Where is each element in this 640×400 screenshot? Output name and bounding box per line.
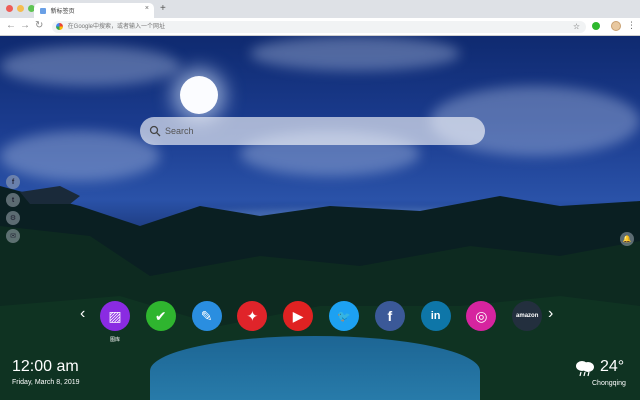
notification-bell-icon[interactable]: 🔔 xyxy=(620,232,634,246)
bookmark-star-icon[interactable]: ☆ xyxy=(573,21,580,33)
dock-prev-button[interactable]: ‹ xyxy=(80,306,85,322)
facebook-app-icon[interactable]: f xyxy=(374,301,405,331)
games-glyph: ✦ xyxy=(246,307,259,324)
window-controls xyxy=(6,5,35,12)
google-icon xyxy=(56,22,63,30)
tasks-app-icon[interactable]: ✔ xyxy=(145,301,176,331)
toolbar: ← → ↻ 在Google中搜索，或者输入一个网址 ☆ xyxy=(0,18,640,36)
back-button[interactable]: ← xyxy=(6,20,16,32)
search-icon xyxy=(149,125,161,137)
tasks-glyph: ✔ xyxy=(154,307,167,324)
youtube-glyph: ▶ xyxy=(292,307,304,324)
chat-icon[interactable]: ✉ xyxy=(6,229,20,243)
settings-glyph: ⚙ xyxy=(9,215,17,222)
tab-new-tab[interactable]: 新标签页 × xyxy=(34,3,154,18)
instagram-glyph: ◎ xyxy=(475,307,488,324)
twitter-share-icon[interactable]: t xyxy=(6,193,20,207)
chat-glyph: ✉ xyxy=(10,233,16,240)
cloud-rain-icon xyxy=(576,361,594,377)
cloud xyxy=(0,46,180,86)
gallery-app-label: 图库 xyxy=(109,337,120,343)
forward-button[interactable]: → xyxy=(20,20,30,32)
new-tab-page: Search f t ⚙ ✉ 🔔 ‹ › ▨ 图库 ✔ ✎ ✦ ▶ 🐦 f in ◎ amazon … xyxy=(0,36,640,400)
cloud xyxy=(250,36,460,71)
notes-glyph: ✎ xyxy=(200,307,213,324)
new-tab-button[interactable]: + xyxy=(160,4,166,14)
youtube-app-icon[interactable]: ▶ xyxy=(283,301,314,331)
minimize-window-button[interactable] xyxy=(17,5,24,12)
address-bar[interactable]: 在Google中搜索，或者输入一个网址 ☆ xyxy=(52,21,586,33)
notes-app-icon[interactable]: ✎ xyxy=(191,301,222,331)
gallery-glyph: ▨ xyxy=(108,307,122,324)
browser-menu-icon[interactable]: ⋮ xyxy=(627,20,636,31)
browser-chrome: 新标签页 × + ← → ↻ 在Google中搜索，或者输入一个网址 ☆ ⋮ xyxy=(0,0,640,36)
facebook-glyph: f xyxy=(11,178,15,186)
close-window-button[interactable] xyxy=(6,5,13,12)
moon xyxy=(180,76,218,114)
amazon-app-icon[interactable]: amazon xyxy=(512,301,543,331)
facebook-share-icon[interactable]: f xyxy=(6,175,20,189)
linkedin-app-icon[interactable]: in xyxy=(420,301,451,331)
linkedin-glyph: in xyxy=(430,310,441,322)
bell-glyph: 🔔 xyxy=(622,236,632,243)
extension-icon[interactable] xyxy=(592,22,600,30)
twitter-glyph: t xyxy=(11,196,15,204)
clock-date: Friday, March 8, 2019 xyxy=(12,379,80,386)
gallery-app-icon[interactable]: ▨ xyxy=(100,301,130,331)
tab-favicon-icon xyxy=(40,7,46,14)
weather-city: Chongqing xyxy=(592,380,626,387)
settings-icon[interactable]: ⚙ xyxy=(6,211,20,225)
search-bar[interactable]: Search xyxy=(140,117,485,145)
river xyxy=(150,336,480,400)
weather-temperature: 24° xyxy=(600,358,625,375)
cloud xyxy=(0,131,160,181)
search-placeholder: Search xyxy=(165,126,194,136)
twitter-glyph: 🐦 xyxy=(337,310,351,323)
dock-next-button[interactable]: › xyxy=(548,306,553,322)
facebook-glyph: f xyxy=(387,308,393,324)
reload-button[interactable]: ↻ xyxy=(35,20,43,32)
tab-bar: 新标签页 × + xyxy=(0,0,640,18)
amazon-glyph: amazon xyxy=(516,313,539,319)
clock-time: 12:00 am xyxy=(12,358,79,375)
tab-label: 新标签页 xyxy=(50,9,75,15)
tab-close-icon[interactable]: × xyxy=(145,5,149,12)
twitter-app-icon[interactable]: 🐦 xyxy=(329,301,359,331)
profile-avatar[interactable] xyxy=(611,21,621,31)
address-placeholder: 在Google中搜索，或者输入一个网址 xyxy=(67,24,166,30)
